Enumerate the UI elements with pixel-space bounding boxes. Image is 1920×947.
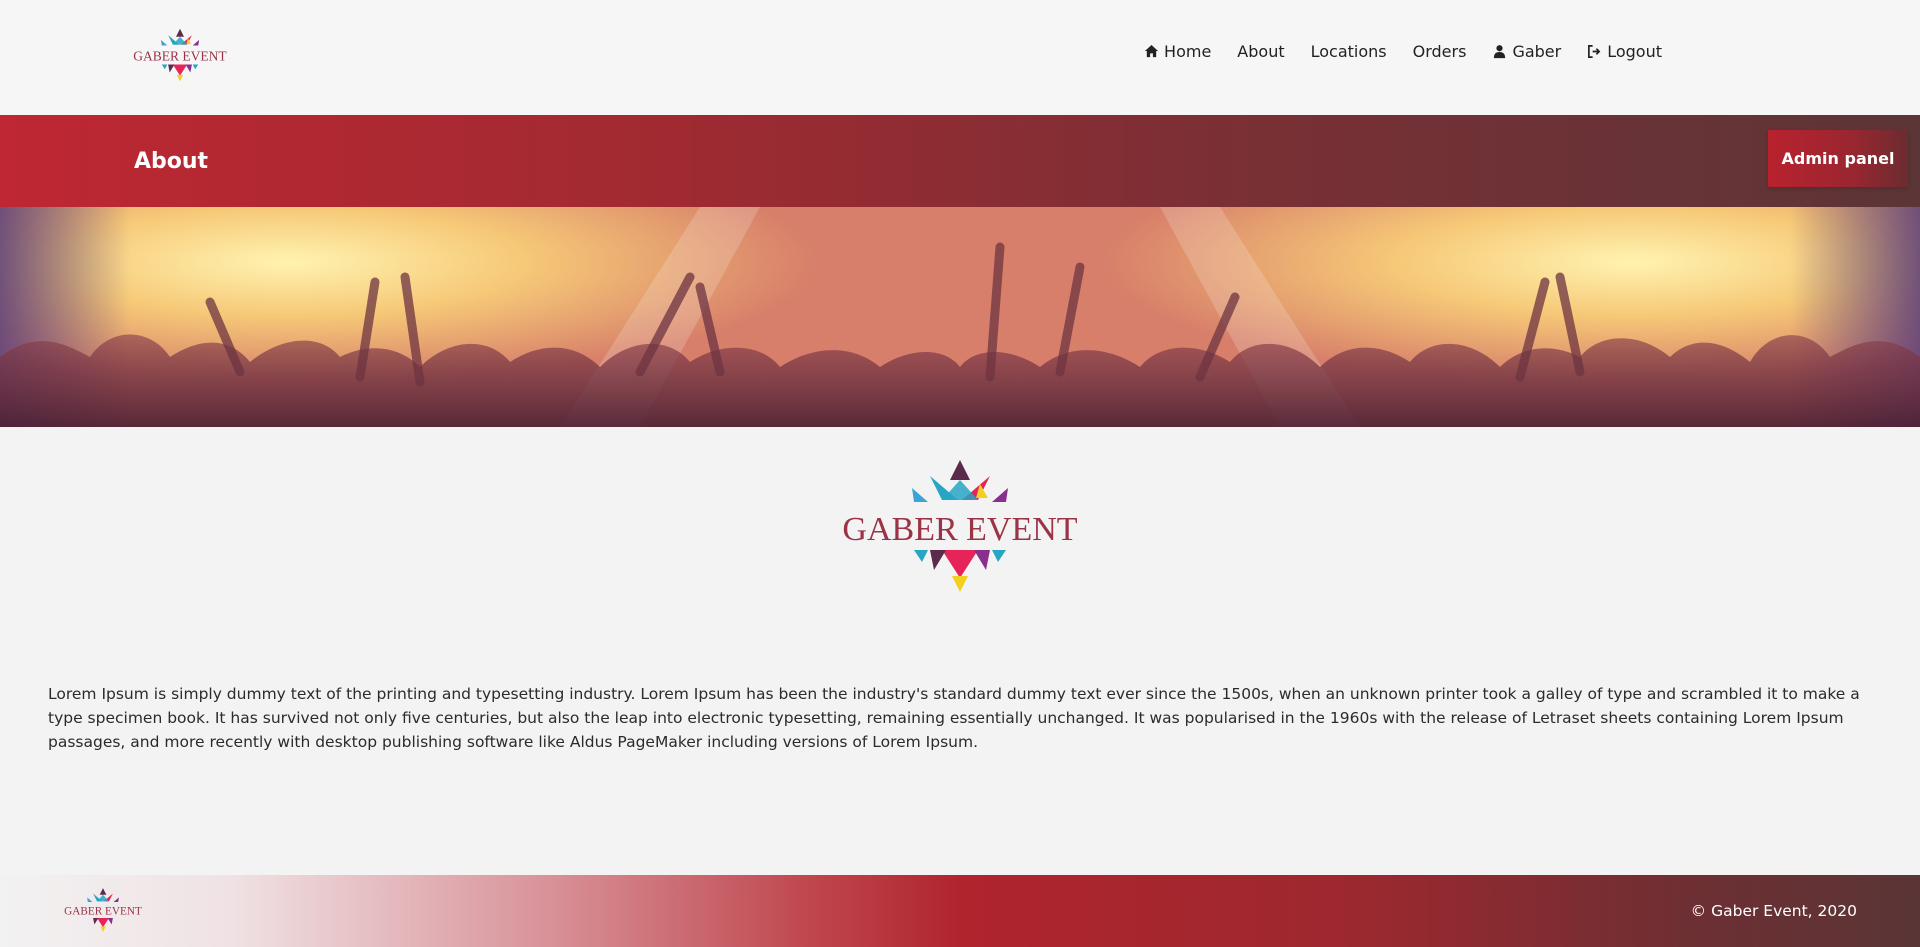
home-icon xyxy=(1144,44,1159,58)
nav-about-label: About xyxy=(1237,42,1285,61)
svg-text:GABER EVENT: GABER EVENT xyxy=(133,49,227,64)
admin-panel-button[interactable]: Admin panel xyxy=(1768,130,1908,187)
nav-home-label: Home xyxy=(1164,42,1212,61)
nav-logout-label: Logout xyxy=(1607,42,1662,61)
concert-crowd-illustration xyxy=(0,207,1920,427)
site-header: GABER EVENT Home About Locations Orders xyxy=(0,0,1920,115)
main-nav: Home About Locations Orders Gaber Logout xyxy=(1144,42,1662,61)
nav-locations[interactable]: Locations xyxy=(1311,42,1387,61)
nav-home[interactable]: Home xyxy=(1144,42,1211,61)
nav-user[interactable]: Gaber xyxy=(1492,42,1561,61)
nav-about[interactable]: About xyxy=(1237,42,1284,61)
nav-locations-label: Locations xyxy=(1310,42,1387,61)
user-icon xyxy=(1494,45,1506,59)
svg-text:GABER EVENT: GABER EVENT xyxy=(842,511,1077,548)
nav-logout[interactable]: Logout xyxy=(1587,42,1662,61)
hero-concert-image xyxy=(0,207,1920,427)
brand-logo[interactable]: GABER EVENT xyxy=(128,28,232,82)
nav-orders[interactable]: Orders xyxy=(1413,42,1467,61)
brand-logo-large: GABER EVENT xyxy=(842,460,1078,592)
sign-out-icon xyxy=(1588,45,1601,58)
nav-user-label: Gaber xyxy=(1512,42,1562,61)
about-description: Lorem Ipsum is simply dummy text of the … xyxy=(48,685,1860,751)
copyright-text: © Gaber Event, 2020 xyxy=(1690,902,1857,920)
page-title: About xyxy=(134,149,209,174)
footer-logo: GABER EVENT xyxy=(64,888,142,932)
site-footer: GABER EVENT © Gaber Event, 2020 xyxy=(0,875,1920,947)
page-title-banner: About Admin panel xyxy=(0,115,1920,207)
nav-orders-label: Orders xyxy=(1412,42,1467,61)
svg-text:GABER EVENT: GABER EVENT xyxy=(64,906,142,918)
